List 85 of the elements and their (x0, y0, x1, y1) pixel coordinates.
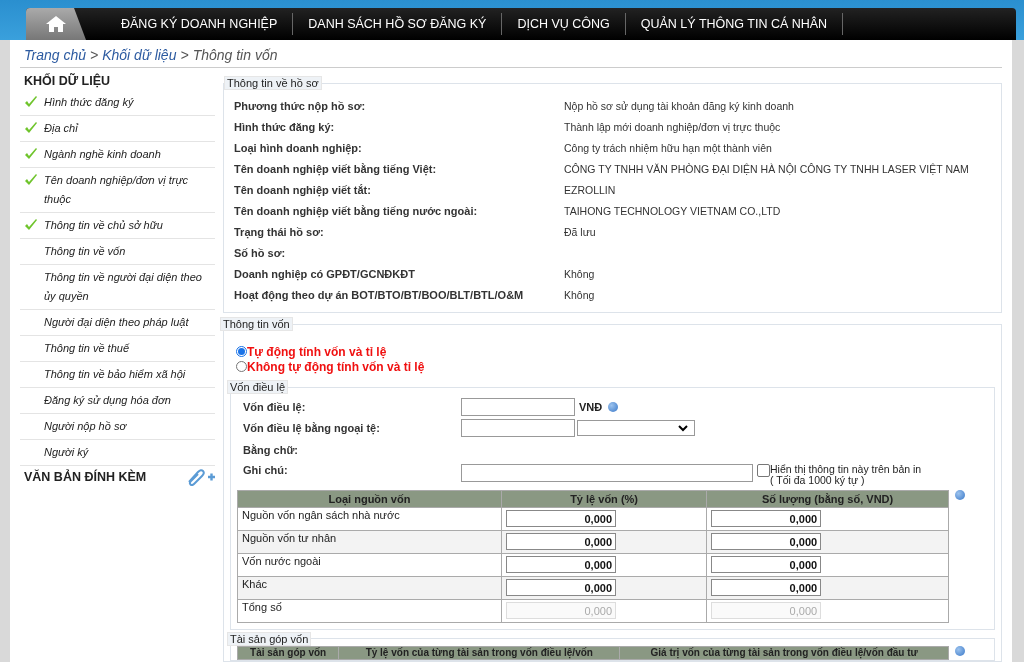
nav-link[interactable]: DỊCH VỤ CÔNG (502, 13, 626, 35)
ratio-input[interactable]: 0,000 (506, 533, 616, 550)
field-value: Thành lập mới doanh nghiệp/đơn vị trực thuộc (564, 120, 781, 135)
ratio-input[interactable]: 0,000 (506, 579, 616, 596)
home-icon (45, 15, 67, 33)
field-label: Ghi chú: (243, 463, 289, 476)
ratio-input[interactable]: 0,000 (506, 556, 616, 573)
field-value: Không (564, 267, 595, 282)
home-tab[interactable] (26, 8, 86, 40)
sidebar-item[interactable]: Thông tin về thuế (44, 339, 129, 358)
field-value: Công ty trách nhiệm hữu hạn một thành viên (564, 141, 772, 156)
sidebar-item[interactable]: Ngành nghề kinh doanh (44, 145, 161, 164)
nav-link[interactable]: ĐĂNG KÝ DOANH NGHIỆP (106, 13, 294, 35)
field-label: Số hồ sơ: (234, 246, 287, 261)
amount-input[interactable]: 0,000 (711, 556, 822, 573)
field-value: TAIHONG TECHNOLOGY VIETNAM CO.,LTD (564, 204, 781, 219)
table-cell: Nguồn vốn ngân sách nhà nước (237, 507, 502, 530)
capital-input[interactable] (461, 397, 575, 416)
nav-link[interactable]: DANH SÁCH HỒ SƠ ĐĂNG KÝ (293, 13, 503, 35)
attach-add-icon[interactable] (185, 468, 215, 486)
field-label: Phương thức nộp hồ sơ: (234, 99, 367, 115)
table-cell: Tổng số (237, 599, 502, 622)
radio-label: Tự động tính vốn và tỉ lệ (247, 344, 387, 359)
column-header: Giá trị vốn của từng tài sản trong vốn điều lệ/vốn đầu tư (619, 646, 949, 659)
field-label: Loại hình doanh nghiệp: (234, 141, 363, 157)
section-legend: Thông tin về hồ sơ (224, 76, 322, 90)
radio-button[interactable] (236, 346, 247, 357)
sidebar-item[interactable]: Người đại diện theo pháp luật (44, 313, 189, 332)
breadcrumb-separator: > (90, 47, 99, 63)
field-label: Vốn điều lệ bằng ngoại tệ: (243, 422, 381, 435)
sidebar-item[interactable]: Người ký (44, 443, 89, 462)
checkbox-label: Hiển thị thông tin này trên bản in (770, 463, 922, 475)
field-label: Vốn điều lệ: (243, 400, 307, 413)
note-input[interactable] (461, 463, 753, 482)
column-header: Tài sản góp vốn (237, 646, 339, 659)
field-label: Tên doanh nghiệp viết bằng tiếng nước ngoài: (234, 204, 479, 220)
radio-label: Không tự động tính vốn và tỉ lệ (247, 359, 425, 374)
breadcrumb-separator: > (180, 47, 189, 63)
field-label: Tên doanh nghiệp viết bằng tiếng Việt: (234, 162, 438, 178)
amount-input[interactable]: 0,000 (711, 510, 822, 527)
note-hint: ( Tối đa 1000 ký tự ) (770, 474, 865, 486)
table-cell: Khác (237, 576, 502, 599)
nav-link[interactable]: QUẢN LÝ THÔNG TIN CÁ NHÂN (625, 13, 844, 35)
section-legend: Vốn điều lệ (227, 380, 289, 394)
foreign-capital-input[interactable] (461, 419, 575, 438)
field-value: EZROLLIN (564, 183, 616, 198)
field-label: Tên doanh nghiệp viết tắt: (234, 183, 372, 199)
column-header: Số lượng (bằng số, VND) (706, 490, 949, 507)
field-value: Đã lưu (564, 225, 596, 240)
column-header: Tỷ lệ vốn (%) (501, 490, 707, 507)
field-label: Hình thức đăng ký: (234, 120, 336, 135)
table-cell: Vốn nước ngoài (237, 553, 502, 576)
column-header: Tỷ lệ vốn của từng tài sản trong vốn điều lệ/vốn (338, 646, 620, 659)
sidebar-item[interactable]: Thông tin về vốn (44, 242, 126, 261)
section-legend: Thông tin vốn (220, 317, 293, 331)
currency-select[interactable] (577, 420, 695, 437)
field-value: Nộp hồ sơ sử dụng tài khoản đăng ký kinh doanh (564, 99, 794, 114)
ratio-input[interactable]: 0,000 (506, 510, 616, 527)
breadcrumb-link[interactable]: Khối dữ liệu (102, 47, 177, 63)
field-label: Doanh nghiệp có GPĐT/GCNĐKĐT (234, 267, 416, 283)
sidebar-item[interactable]: Tên doanh nghiệp/đơn vị trực thuộc (44, 171, 215, 209)
amount-input[interactable]: 0,000 (711, 533, 822, 550)
section-legend: Tài sản góp vốn (227, 631, 312, 646)
sidebar-item[interactable]: Thông tin về người đại diện theo ủy quyền (44, 268, 215, 306)
sidebar-heading: VĂN BẢN ĐÍNH KÈM (23, 468, 148, 486)
sidebar-item[interactable]: Địa chỉ (44, 119, 78, 138)
table-cell: Nguồn vốn tư nhân (237, 530, 502, 553)
column-header: Loại nguồn vốn (237, 490, 502, 507)
sidebar-heading: KHỐI DỮ LIỆU (23, 72, 112, 90)
sidebar-item[interactable]: Hình thức đăng ký (44, 93, 134, 112)
amount-input[interactable]: 0,000 (711, 579, 822, 596)
breadcrumb-current: Thông tin vốn (192, 47, 278, 63)
sidebar-item[interactable]: Thông tin về chủ sở hữu (44, 216, 163, 235)
chevron-down-icon (678, 424, 688, 432)
sidebar-item[interactable]: Thông tin về bảo hiểm xã hội (44, 365, 186, 384)
checkbox[interactable] (757, 463, 770, 477)
sidebar-item[interactable]: Đăng ký sử dụng hóa đơn (44, 391, 171, 410)
field-value: Không (564, 288, 595, 303)
field-label: Bằng chữ: (243, 443, 300, 456)
field-value: CÔNG TY TNHH VĂN PHÒNG ĐẠI DIỆN HÀ NỘI CÔNG TY TNHH LASER VIỆT NAM (564, 162, 969, 177)
field-label: Trạng thái hồ sơ: (234, 225, 325, 241)
currency-label: VNĐ (579, 400, 603, 413)
field-label: Hoạt động theo dự án BOT/BTO/BT/BOO/BLT/BTL/O&M (234, 288, 525, 304)
breadcrumb-link[interactable]: Trang chủ (24, 47, 86, 63)
sidebar-item[interactable]: Người nộp hồ sơ (44, 417, 127, 436)
